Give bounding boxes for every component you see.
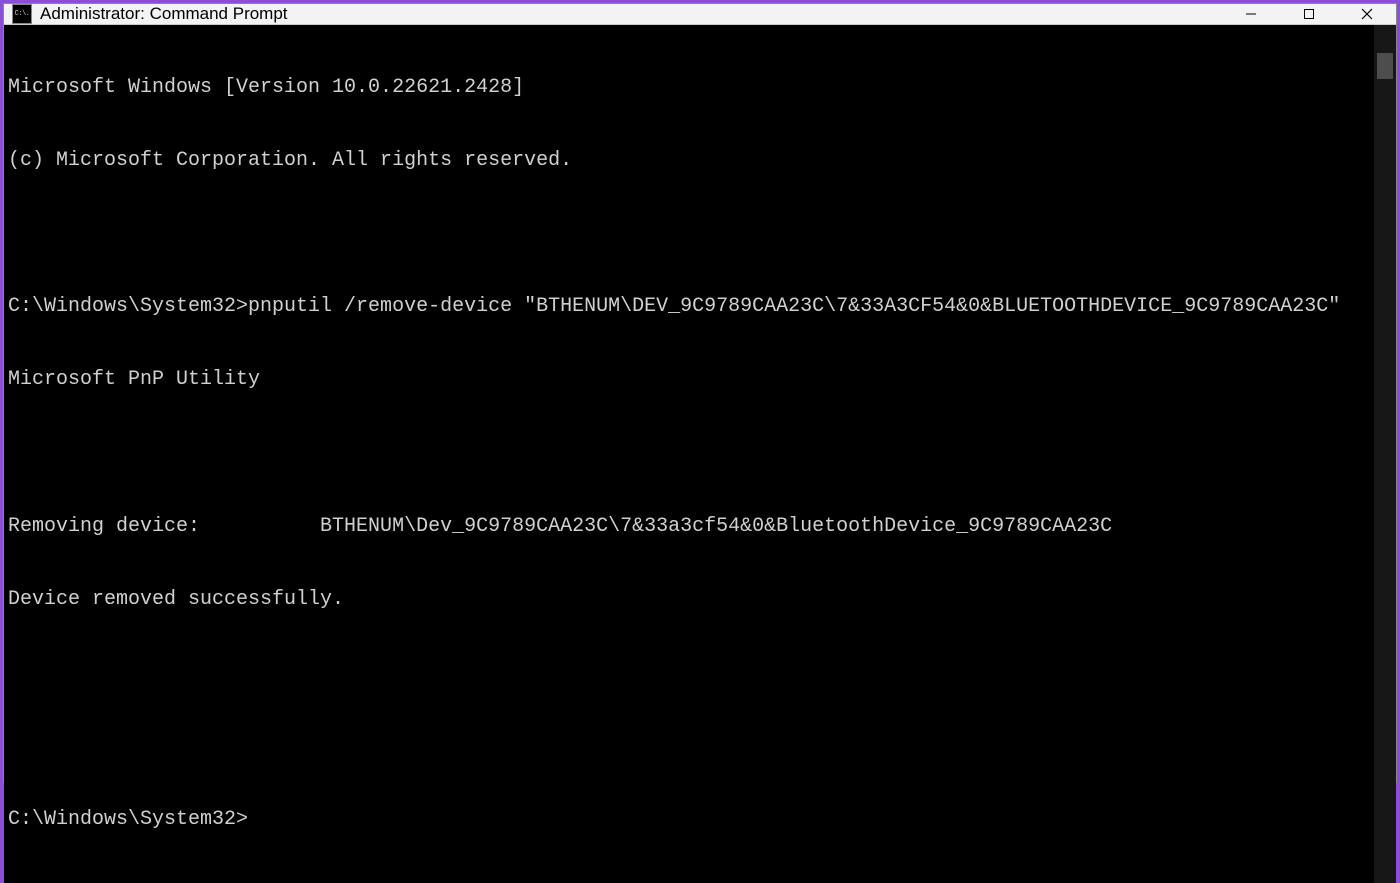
close-button[interactable] xyxy=(1338,4,1396,24)
terminal-line xyxy=(8,734,1370,758)
maximize-button[interactable] xyxy=(1280,4,1338,24)
close-icon xyxy=(1361,8,1373,20)
terminal-line xyxy=(8,442,1370,466)
terminal-line: C:\Windows\System32> xyxy=(8,808,1370,832)
terminal-line: Removing device: BTHENUM\Dev_9C9789CAA23… xyxy=(8,515,1370,539)
terminal-line: Microsoft Windows [Version 10.0.22621.24… xyxy=(8,76,1370,100)
maximize-icon xyxy=(1303,8,1315,20)
terminal-line: (c) Microsoft Corporation. All rights re… xyxy=(8,149,1370,173)
terminal-area: Microsoft Windows [Version 10.0.22621.24… xyxy=(4,25,1396,883)
scrollbar-thumb[interactable] xyxy=(1377,53,1393,79)
window-title: Administrator: Command Prompt xyxy=(40,4,1222,24)
terminal-line: C:\Windows\System32>pnputil /remove-devi… xyxy=(8,295,1370,319)
scrollbar[interactable] xyxy=(1374,25,1396,883)
window-controls xyxy=(1222,4,1396,24)
command-prompt-window: C:\. Administrator: Command Prompt xyxy=(3,3,1397,783)
minimize-button[interactable] xyxy=(1222,4,1280,24)
minimize-icon xyxy=(1245,8,1257,20)
terminal-line: Microsoft PnP Utility xyxy=(8,368,1370,392)
terminal-line: Device removed successfully. xyxy=(8,588,1370,612)
terminal-line xyxy=(8,661,1370,685)
titlebar[interactable]: C:\. Administrator: Command Prompt xyxy=(4,4,1396,25)
terminal-line xyxy=(8,222,1370,246)
cmd-icon: C:\. xyxy=(12,4,32,24)
terminal-output[interactable]: Microsoft Windows [Version 10.0.22621.24… xyxy=(4,25,1374,883)
